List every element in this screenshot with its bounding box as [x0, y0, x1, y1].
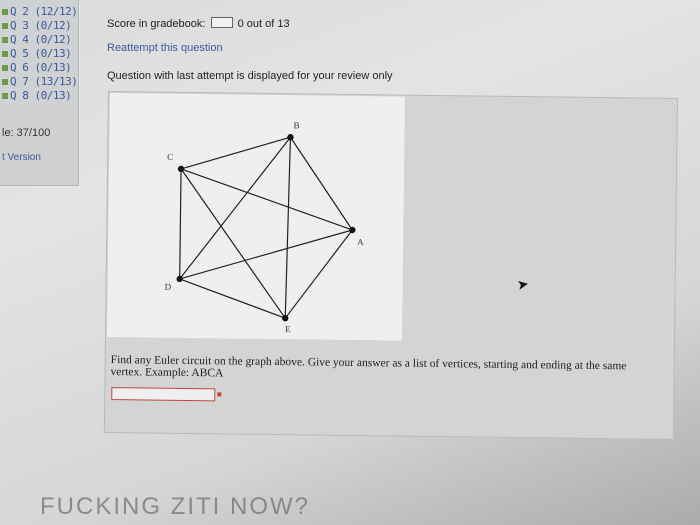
overlay-caption: FUCKING ZITI NOW? [40, 493, 310, 520]
edge-c-e [180, 168, 286, 319]
status-icon [2, 9, 8, 15]
graph-vertices [176, 134, 356, 322]
vertex-labels: B C A D E [165, 120, 365, 334]
sidebar-item-q4[interactable]: Q 4 (0/12) [2, 33, 72, 46]
review-note: Question with last attempt is displayed … [107, 70, 393, 82]
screen: Q 2 (12/12) Q 3 (0/12) Q 4 (0/12) Q 5 (0… [0, 0, 700, 525]
sidebar-item-label: Q 7 (13/13) [10, 75, 78, 88]
edge-a-d [179, 229, 353, 280]
total-score: le: 37/100 [2, 127, 51, 139]
edge-b-c [180, 136, 291, 170]
gradebook-score: Score in gradebook: 0 out of 13 [107, 17, 290, 30]
vertex-label-e: E [285, 324, 291, 334]
sidebar-item-q2[interactable]: Q 2 (12/12) [2, 5, 78, 18]
sidebar-item-q6[interactable]: Q 6 (0/13) [2, 61, 72, 74]
status-icon [2, 93, 8, 99]
vertex-label-a: A [357, 237, 364, 247]
status-icon [2, 65, 8, 71]
answer-input[interactable] [111, 387, 216, 402]
sidebar-item-label: Q 4 (0/12) [10, 33, 72, 46]
score-box [210, 17, 233, 28]
euler-graph: B C A D E [106, 93, 405, 341]
sidebar-item-q8[interactable]: Q 8 (0/13) [2, 89, 72, 102]
sidebar-item-label: Q 8 (0/13) [10, 89, 72, 102]
edge-b-d [179, 136, 291, 280]
vertex-label-c: C [167, 152, 173, 162]
version-link[interactable]: t Version [2, 152, 41, 163]
edge-d-e [179, 278, 286, 319]
sidebar-item-label: Q 3 (0/12) [10, 19, 72, 32]
question-panel: B C A D E Find any Euler circuit on the … [103, 91, 678, 440]
status-icon [2, 37, 8, 43]
status-icon [2, 51, 8, 57]
sidebar-item-q5[interactable]: Q 5 (0/13) [2, 47, 72, 60]
question-text: Find any Euler circuit on the graph abov… [110, 354, 627, 380]
edge-b-a [289, 136, 353, 231]
sidebar-item-q3[interactable]: Q 3 (0/12) [2, 19, 72, 32]
sidebar-item-q7[interactable]: Q 7 (13/13) [2, 75, 78, 88]
score-label: Score in gradebook: [107, 18, 206, 30]
status-icon [2, 79, 8, 85]
edge-c-d [179, 168, 182, 279]
vertex-label-b: B [294, 120, 300, 130]
reattempt-link[interactable]: Reattempt this question [107, 42, 223, 54]
vertex-label-d: D [165, 282, 172, 292]
sidebar-item-label: Q 6 (0/13) [10, 61, 72, 74]
status-icon [2, 23, 8, 29]
edge-a-e [284, 229, 353, 319]
incorrect-marker-icon [217, 392, 222, 397]
question-sidebar: Q 2 (12/12) Q 3 (0/12) Q 4 (0/12) Q 5 (0… [0, 0, 79, 186]
score-value: 0 out of 13 [237, 18, 290, 30]
edge-c-a [180, 168, 353, 231]
graph-edges [179, 136, 353, 319]
sidebar-item-label: Q 2 (12/12) [10, 5, 78, 18]
sidebar-item-label: Q 5 (0/13) [10, 47, 72, 60]
edge-b-e [284, 137, 292, 319]
mouse-cursor-icon: ➤ [515, 275, 530, 293]
